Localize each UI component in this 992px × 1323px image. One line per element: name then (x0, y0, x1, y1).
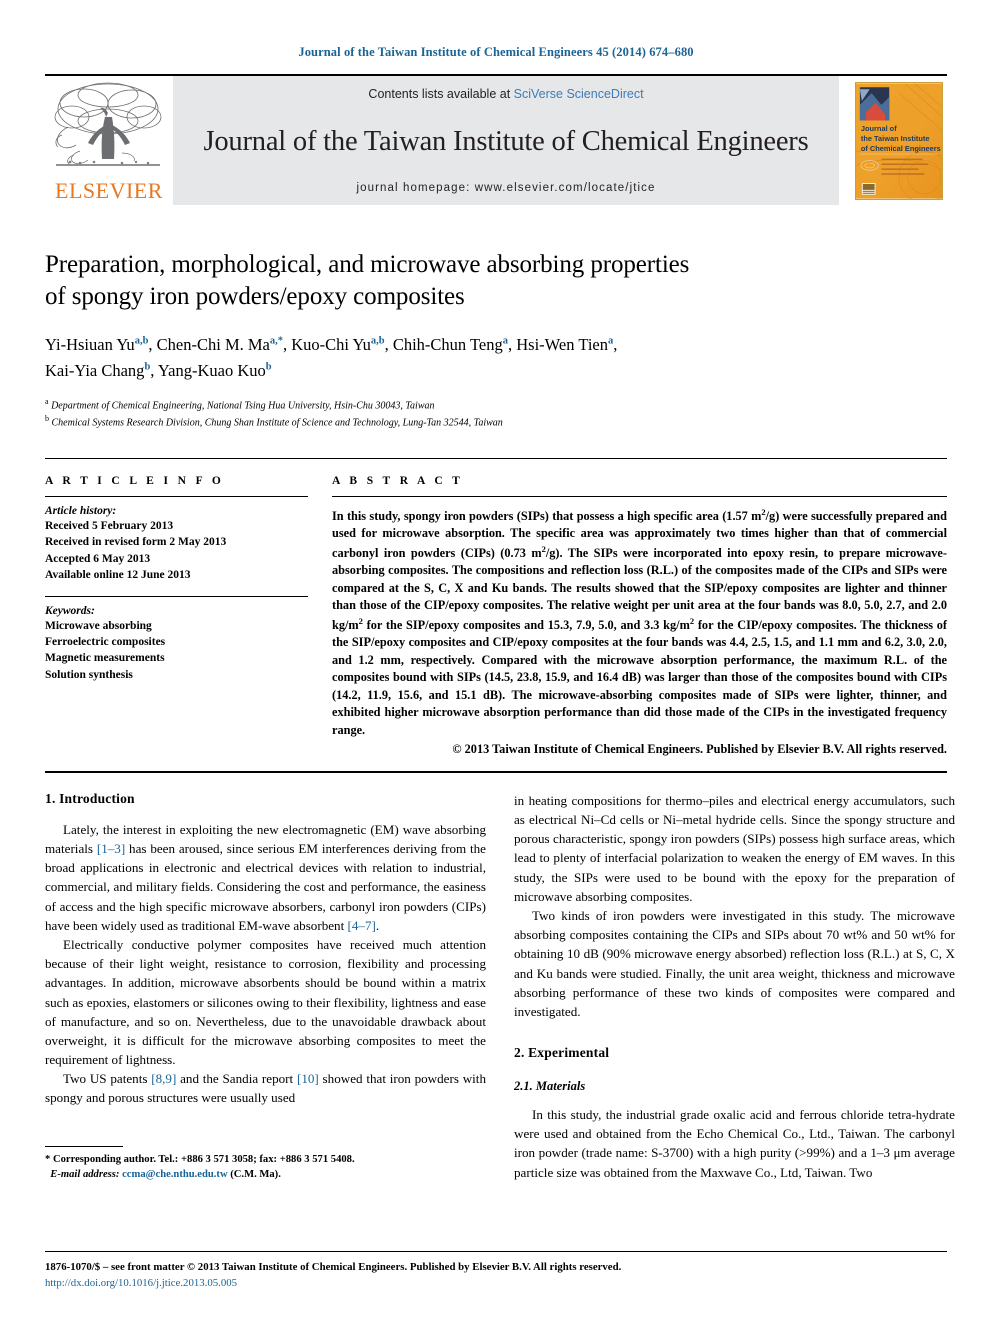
keyword-item: Magnetic measurements (45, 652, 165, 665)
journal-cover-image: Journal of the Taiwan Institute of Chemi… (855, 81, 943, 200)
paragraph-text: Two US patents (63, 1071, 152, 1087)
paragraph-text: and the Sandia report (176, 1071, 297, 1087)
paper-title-line-2: of spongy iron powders/epoxy composites (45, 283, 465, 310)
footnote-text: * Corresponding author. Tel.: +886 3 571… (45, 1152, 486, 1182)
section-heading-experimental: 2. Experimental (514, 1045, 610, 1061)
affiliation-a: a Department of Chemical Engineering, Na… (45, 397, 435, 412)
citation-ref[interactable]: [1–3] (97, 841, 125, 856)
journal-homepage[interactable]: journal homepage: www.elsevier.com/locat… (356, 182, 655, 194)
subsection-heading-materials: 2.1. Materials (514, 1079, 586, 1094)
article-history-label: Article history: (45, 504, 117, 517)
body-column-right: in heating compositions for thermo–piles… (514, 791, 955, 1182)
article-title-block: Preparation, morphological, and microwav… (45, 249, 947, 431)
abstract-column: A B S T R A C T In this study, spongy ir… (332, 475, 947, 757)
history-item: Received 5 February 2013 (45, 519, 174, 532)
journal-title: Journal of the Taiwan Institute of Chemi… (203, 125, 809, 157)
journal-masthead: ELSEVIER Contents lists available at Sci… (45, 74, 947, 205)
paragraph: In this study, the industrial grade oxal… (514, 1107, 955, 1180)
paragraph: Two kinds of iron powders were investiga… (514, 907, 955, 1019)
abstract-label: A B S T R A C T (332, 474, 464, 487)
footnote-email-link[interactable]: ccma@che.nthu.edu.tw (122, 1169, 228, 1180)
abstract-text: In this study, spongy iron powders (SIPs… (332, 506, 948, 737)
elsevier-logo: ELSEVIER (45, 76, 173, 205)
footnote-divider (45, 1145, 123, 1147)
author-list: Yi-Hsiuan Yua,b, Chen-Chi M. Maa,*, Kuo-… (45, 332, 947, 383)
article-body: 1. Introduction Lately, the interest in … (45, 770, 955, 1182)
sciencedirect-link[interactable]: SciVerse ScienceDirect (514, 87, 644, 101)
paragraph: Two US patents [8,9] and the Sandia repo… (45, 1069, 486, 1107)
article-info-divider (45, 495, 308, 497)
author-line-1: Yi-Hsiuan Yua,b, Chen-Chi M. Maa,*, Kuo-… (45, 335, 618, 354)
history-item: Available online 12 June 2013 (45, 569, 191, 582)
footnote-email-label: E-mail address: (50, 1168, 120, 1180)
keyword-item: Ferroelectric composites (45, 635, 166, 648)
contents-available-line: Contents lists available at SciVerse Sci… (368, 87, 643, 101)
contents-prefix: Contents lists available at (368, 87, 514, 101)
svg-text:of Chemical Engineers: of Chemical Engineers (861, 143, 941, 152)
author-line-2: Kai-Yia Changb, Yang-Kuao Kuob (45, 360, 272, 380)
footer-copyright: 1876-1070/$ – see front matter © 2013 Ta… (45, 1260, 622, 1273)
affiliation-list: a Department of Chemical Engineering, Na… (45, 396, 947, 431)
article-info-column: A R T I C L E I N F O Article history: R… (45, 475, 308, 757)
running-head: Journal of the Taiwan Institute of Chemi… (298, 45, 694, 59)
paragraph-text: . (375, 917, 380, 933)
footer-doi-link[interactable]: http://dx.doi.org/10.1016/j.jtice.2013.0… (45, 1275, 947, 1291)
section-heading-introduction: 1. Introduction (45, 790, 135, 806)
info-abstract-section: A R T I C L E I N F O Article history: R… (45, 457, 947, 757)
corresponding-author-footnote: * Corresponding author. Tel.: +886 3 571… (45, 1145, 486, 1182)
keyword-item: Microwave absorbing (45, 619, 152, 632)
paragraph: Electrically conductive polymer composit… (45, 936, 486, 1068)
citation-ref[interactable]: [8,9] (151, 1071, 176, 1086)
paper-title-line-1: Preparation, morphological, and microwav… (45, 251, 690, 278)
keyword-item: Solution synthesis (45, 668, 133, 681)
affiliation-b: b Chemical Systems Research Division, Ch… (45, 414, 503, 429)
abstract-divider (332, 495, 947, 497)
body-column-left: 1. Introduction Lately, the interest in … (45, 791, 486, 1182)
page-title: Preparation, morphological, and microwav… (45, 249, 947, 313)
journal-cover-thumbnail: Journal of the Taiwan Institute of Chemi… (851, 76, 947, 205)
elsevier-wordmark: ELSEVIER (55, 178, 163, 203)
masthead-center-panel: Contents lists available at SciVerse Sci… (173, 76, 839, 205)
elsevier-tree-icon (54, 82, 162, 166)
abstract-copyright: © 2013 Taiwan Institute of Chemical Engi… (452, 741, 947, 756)
keywords-label: Keywords: (45, 604, 95, 617)
affiliation-a-text: Department of Chemical Engineering, Nati… (51, 400, 435, 412)
affiliation-b-text: Chemical Systems Research Division, Chun… (51, 417, 503, 429)
svg-text:Journal of: Journal of (861, 124, 897, 133)
paragraph: Lately, the interest in exploiting the n… (45, 820, 486, 935)
citation-ref[interactable]: [10] (297, 1071, 319, 1086)
history-item: Received in revised form 2 May 2013 (45, 536, 227, 549)
paragraph: in heating compositions for thermo–piles… (514, 792, 955, 904)
footnote-corresponding-text: Corresponding author. Tel.: +886 3 571 3… (50, 1153, 355, 1165)
citation-ref[interactable]: [4–7] (348, 918, 376, 933)
article-info-label: A R T I C L E I N F O (45, 474, 225, 487)
keywords-divider (45, 595, 308, 597)
page-footer: 1876-1070/$ – see front matter © 2013 Ta… (45, 1250, 947, 1291)
footnote-email-suffix: (C.M. Ma). (227, 1168, 281, 1180)
svg-text:the Taiwan Institute: the Taiwan Institute (861, 134, 930, 143)
history-item: Accepted 6 May 2013 (45, 552, 151, 565)
journal-article-page: Journal of the Taiwan Institute of Chemi… (0, 0, 992, 1323)
